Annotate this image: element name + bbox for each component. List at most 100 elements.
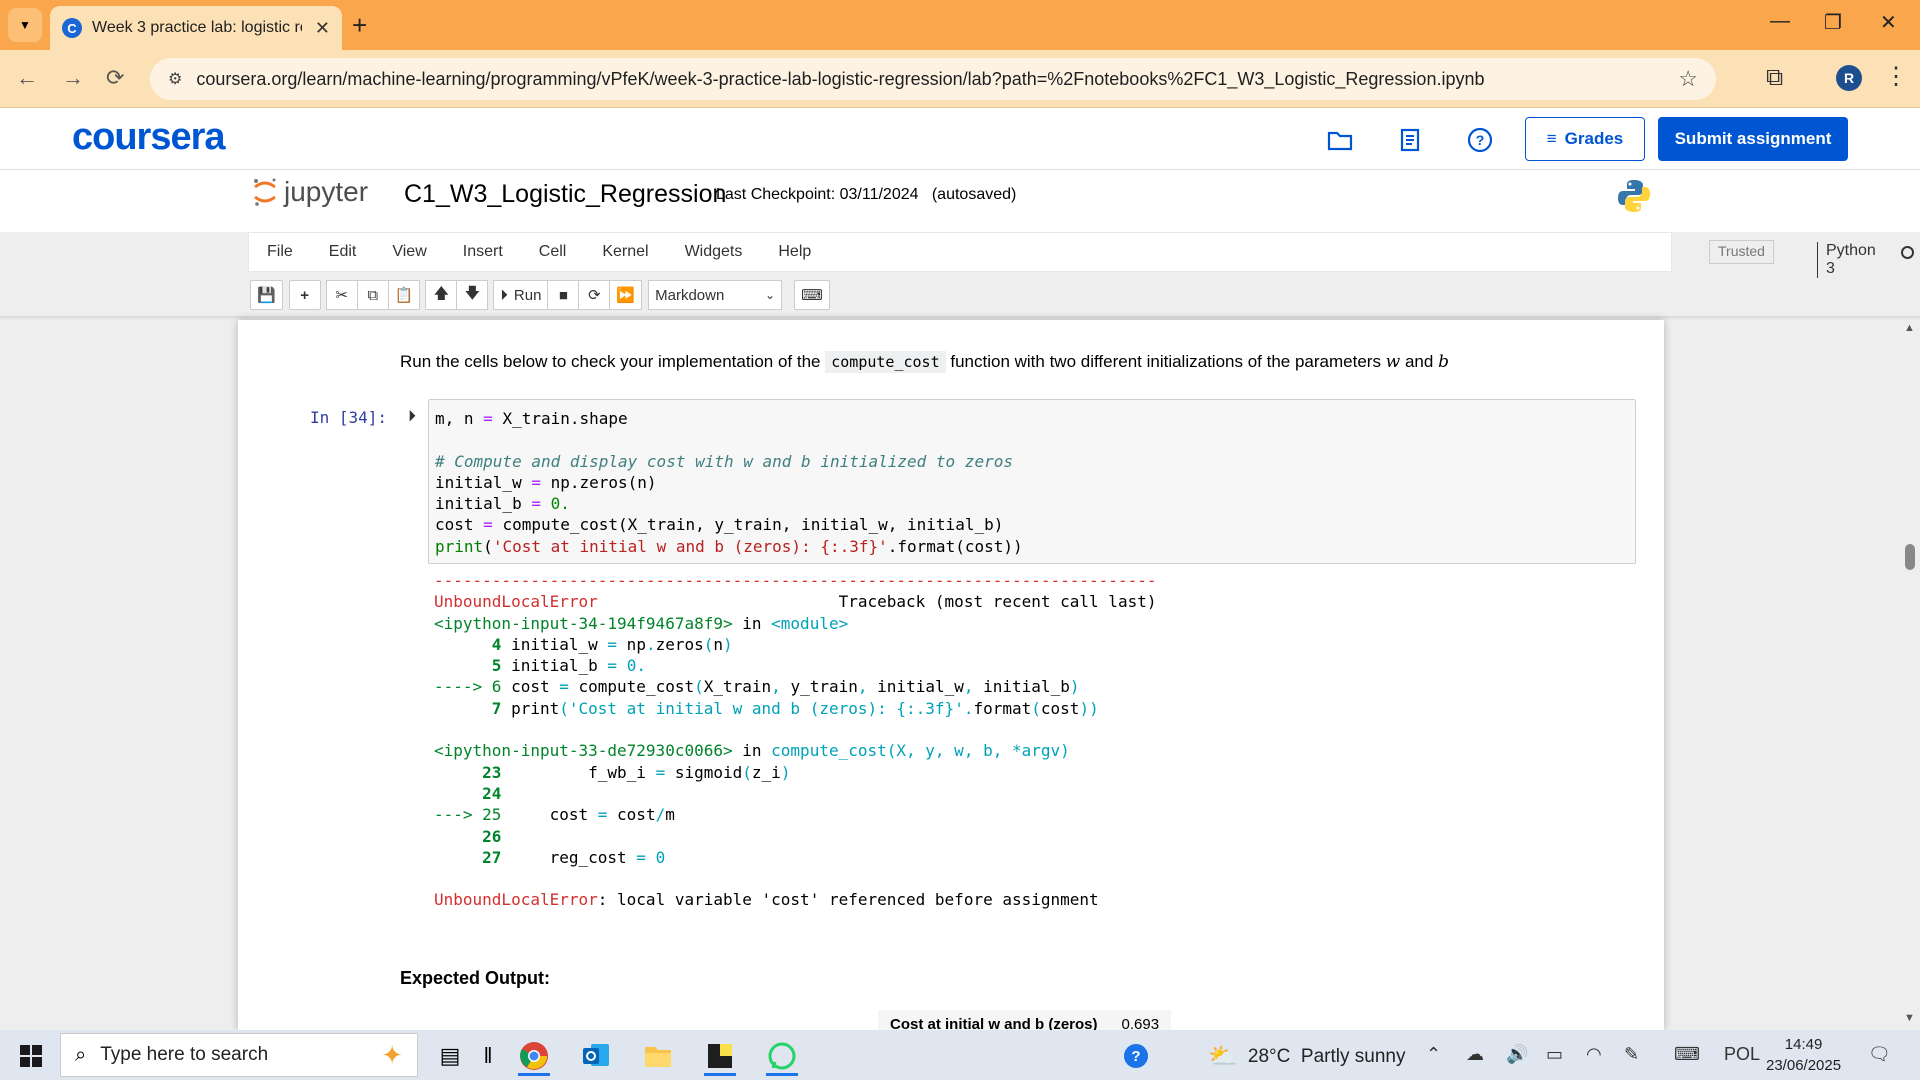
menu-kernel[interactable]: Kernel — [584, 243, 666, 261]
extensions-icon[interactable]: ⧉ — [1766, 64, 1783, 92]
copy-button[interactable]: ⧉ — [356, 280, 389, 310]
grades-label: Grades — [1564, 129, 1624, 148]
menu-insert[interactable]: Insert — [445, 243, 521, 261]
trusted-badge[interactable]: Trusted — [1709, 240, 1774, 264]
system-clock[interactable]: 14:49 23/06/2025 — [1766, 1034, 1841, 1076]
profile-avatar[interactable]: R — [1836, 65, 1862, 91]
scissors-icon: ✂ — [335, 287, 348, 304]
partly-sunny-icon: ⛅ — [1208, 1043, 1238, 1070]
plus-icon: + — [300, 286, 310, 304]
minimize-button[interactable]: — — [1770, 10, 1790, 33]
site-info-icon[interactable]: ⚙ — [168, 69, 182, 89]
active-app-indicator — [704, 1073, 736, 1076]
page-scrollbar[interactable]: ▲ ▼ — [1900, 320, 1920, 1030]
keyboard-icon[interactable]: ⌨ — [1674, 1044, 1700, 1065]
expected-label: Cost at initial w and b (zeros) — [878, 1010, 1110, 1030]
menu-cell[interactable]: Cell — [521, 243, 585, 261]
outlook-app-icon[interactable] — [576, 1036, 616, 1076]
restart-button[interactable]: ⟳ — [578, 280, 611, 310]
close-tab-icon[interactable]: ✕ — [315, 18, 330, 39]
keyboard-icon: ⌨ — [801, 287, 823, 304]
taskbar-search[interactable]: ⌕ Type here to search ✦ — [60, 1033, 418, 1077]
coursera-logo[interactable]: coursera — [72, 116, 226, 159]
expected-output-heading: Expected Output: — [400, 968, 551, 988]
cell-type-select[interactable]: Markdown ⌄ — [648, 280, 783, 310]
notifications-icon[interactable]: 🗨 — [1868, 1044, 1891, 1065]
restart-run-all-button[interactable]: ⏩ — [609, 280, 643, 310]
volume-icon[interactable]: 🔊 — [1506, 1044, 1528, 1065]
notes-icon[interactable] — [1396, 126, 1424, 154]
chrome-app-icon[interactable] — [514, 1036, 554, 1076]
md-var-w: w — [1385, 352, 1401, 372]
python-logo-icon — [1618, 180, 1650, 212]
chevron-up-icon[interactable]: ⌃ — [1426, 1044, 1441, 1065]
cut-button[interactable]: ✂ — [325, 280, 358, 310]
command-palette-button[interactable]: ⌨ — [794, 280, 830, 310]
file-explorer-icon[interactable] — [638, 1036, 678, 1076]
menu-view[interactable]: View — [374, 243, 444, 261]
language-indicator[interactable]: POL — [1724, 1044, 1760, 1065]
paste-button[interactable]: 📋 — [387, 280, 421, 310]
onedrive-icon[interactable]: ☁ — [1466, 1044, 1484, 1065]
forward-icon[interactable]: → — [62, 65, 84, 91]
scroll-up-icon[interactable]: ▲ — [1904, 322, 1915, 334]
scroll-down-icon[interactable]: ▼ — [1904, 1012, 1915, 1024]
weather-widget[interactable]: ⛅ 28°C Partly sunny — [1208, 1042, 1405, 1071]
menu-widgets[interactable]: Widgets — [667, 243, 761, 261]
md-inline-code: compute_cost — [825, 351, 946, 373]
help-icon[interactable]: ? — [1466, 126, 1494, 154]
code-line: m, n = X_train.shape — [435, 409, 628, 428]
kernel-idle-indicator — [1901, 246, 1914, 259]
new-tab-button[interactable]: + — [352, 10, 367, 41]
battery-icon[interactable]: ▭ — [1546, 1044, 1563, 1065]
grades-button[interactable]: ≡ Grades — [1525, 117, 1645, 161]
move-down-button[interactable]: 🡇 — [456, 280, 489, 310]
checkpoint-status: Last Checkpoint: 03/11/2024 (autosaved) — [716, 186, 1017, 203]
restore-button[interactable]: ❐ — [1824, 10, 1842, 35]
jupyter-menubar: File Edit View Insert Cell Kernel Widget… — [248, 232, 1914, 278]
kernel-name: Python 3 — [1817, 242, 1876, 278]
submit-assignment-button[interactable]: Submit assignment — [1658, 117, 1848, 161]
cell-type-value: Markdown — [655, 286, 725, 304]
run-button[interactable]: ⏵ Run — [493, 280, 549, 310]
jupyter-logo[interactable]: jupyter — [252, 176, 368, 208]
insert-cell-button[interactable]: + — [288, 280, 321, 310]
arrow-up-icon: 🡅 — [433, 284, 450, 302]
code-cell-input[interactable]: m, n = X_train.shape # Compute and displ… — [428, 399, 1636, 564]
jupyter-logo-icon — [254, 178, 276, 206]
browser-tab-active[interactable]: C Week 3 practice lab: logistic reg ✕ — [50, 6, 342, 50]
jupyter-header: jupyter C1_W3_Logistic_Regression Last C… — [0, 170, 1920, 232]
help-app-icon[interactable]: ? — [1116, 1036, 1156, 1076]
folder-icon[interactable] — [1326, 126, 1354, 154]
clock-date: 23/06/2025 — [1766, 1057, 1842, 1074]
notebook-title[interactable]: C1_W3_Logistic_Regression — [404, 180, 726, 209]
url-text[interactable]: coursera.org/learn/machine-learning/prog… — [196, 69, 1484, 90]
menu-help[interactable]: Help — [760, 243, 829, 261]
move-up-button[interactable]: 🡅 — [425, 280, 458, 310]
task-view-icon[interactable]: ▤ — [430, 1036, 470, 1076]
back-icon[interactable]: ← — [16, 65, 38, 91]
step-forward-icon: ⏵ — [500, 286, 508, 304]
menu-file[interactable]: File — [249, 243, 311, 261]
pen-icon[interactable]: ✎ — [1624, 1044, 1639, 1065]
tab-title: Week 3 practice lab: logistic reg — [92, 19, 302, 36]
wifi-icon[interactable]: ◠ — [1586, 1044, 1602, 1065]
run-cell-icon[interactable]: ⏵ — [408, 408, 416, 426]
whatsapp-icon[interactable] — [762, 1036, 802, 1076]
menu-edit[interactable]: Edit — [311, 243, 375, 261]
markdown-cell[interactable]: Run the cells below to check your implem… — [400, 351, 1449, 373]
bookmark-star-icon[interactable]: ☆ — [1678, 66, 1698, 92]
expected-output-table: Cost at initial w and b (zeros) 0.693 — [878, 1010, 1172, 1030]
reload-icon[interactable]: ⟳ — [106, 65, 124, 91]
scrollbar-thumb[interactable] — [1905, 544, 1915, 570]
jupyter-wordmark: jupyter — [284, 176, 369, 207]
close-window-button[interactable]: ✕ — [1880, 10, 1897, 35]
sticky-notes-icon[interactable] — [700, 1036, 740, 1076]
interrupt-button[interactable]: ■ — [547, 280, 580, 310]
tab-list-button[interactable]: ▼ — [8, 8, 42, 42]
browser-menu-icon[interactable]: ⋮ — [1884, 62, 1908, 91]
save-button[interactable]: 💾 — [250, 280, 283, 310]
windows-taskbar: ⌕ Type here to search ✦ ▤ ‖ ? ⛅ 28°C Par… — [0, 1030, 1920, 1080]
omnibox[interactable]: ⚙ coursera.org/learn/machine-learning/pr… — [150, 58, 1716, 100]
windows-start-icon[interactable] — [20, 1045, 42, 1067]
